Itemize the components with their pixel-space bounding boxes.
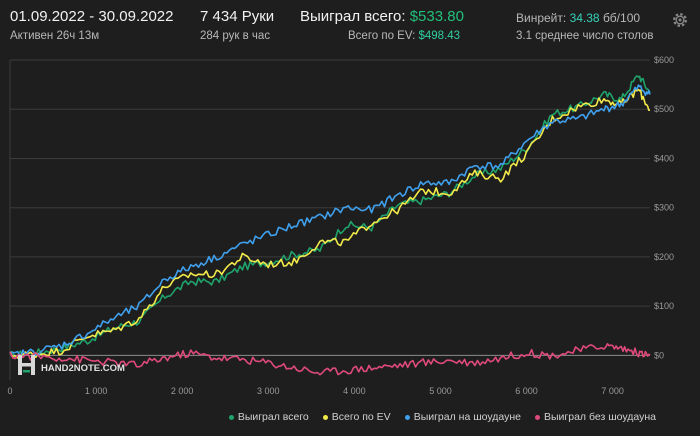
won-total: Выиграл всего: $533.80	[300, 8, 464, 25]
series-line-ev[interactable]	[9, 88, 651, 359]
legend-label-won: Выиграл всего	[237, 411, 309, 423]
winrate-value: 34.38	[569, 11, 600, 25]
y-tick-label: $0	[654, 350, 664, 360]
y-tick-label: $400	[654, 153, 674, 163]
avg-tables: 3.1 среднее число столов	[516, 30, 654, 42]
legend-dot-won	[228, 414, 234, 420]
hands-count: 7 434 Руки	[200, 8, 275, 25]
ev-label: Всего по EV:	[348, 30, 416, 42]
won-total-label: Выиграл всего:	[300, 8, 406, 25]
gear-icon[interactable]	[670, 10, 690, 30]
legend-label-ev: Всего по EV	[331, 411, 391, 423]
series-line-showdown[interactable]	[9, 84, 651, 359]
x-tick-label: 7 000	[601, 386, 624, 396]
x-tick-label: 6 000	[515, 386, 538, 396]
x-tick-label: 5 000	[429, 386, 452, 396]
legend-item-won[interactable]: Выиграл всего	[228, 411, 309, 423]
y-tick-label: $100	[654, 301, 674, 311]
legend-label-showdown: Выиграл на шоудауне	[413, 411, 521, 423]
profit-chart[interactable]: HAND2NOTE.COM 0 1 000 2 000 3 000 4 000 5 000…	[0, 50, 700, 408]
legend-label-non-showdown: Выиграл без шоудауна	[544, 411, 656, 423]
active-time: Активен 26ч 13м	[10, 30, 100, 42]
logo-text: HAND2NOTE.COM	[41, 363, 125, 374]
y-tick-label: $600	[654, 55, 674, 65]
ev-total: Всего по EV: $498.43	[348, 30, 460, 42]
y-tick-label: $300	[654, 203, 674, 213]
legend-item-non-showdown[interactable]: Выиграл без шоудауна	[535, 411, 656, 423]
winrate-unit: бб/100	[602, 11, 641, 25]
won-total-value: $533.80	[409, 8, 464, 25]
x-tick-label: 3 000	[257, 386, 280, 396]
winrate: Винрейт: 34.38 бб/100	[516, 11, 640, 25]
x-tick-label: 2 000	[171, 386, 194, 396]
legend-item-ev[interactable]: Всего по EV	[322, 411, 391, 423]
hands-per-hour: 284 рук в час	[200, 30, 271, 42]
legend-item-showdown[interactable]: Выиграл на шоудауне	[404, 411, 521, 423]
legend-dot-non-showdown	[535, 414, 540, 420]
chart-legend: Выиграл всего Всего по EV Выиграл на шоу…	[228, 411, 656, 423]
ev-value: $498.43	[418, 30, 461, 42]
date-range[interactable]: 01.09.2022 - 30.09.2022	[10, 8, 173, 25]
x-tick-label: 1 000	[85, 386, 108, 396]
legend-dot-showdown	[404, 414, 410, 420]
x-tick-label: 0	[7, 386, 12, 396]
hand2note-logo: HAND2NOTE.COM	[18, 355, 125, 375]
y-tick-label: $500	[654, 104, 674, 114]
winrate-label: Винрейт:	[516, 11, 567, 25]
y-tick-label: $200	[654, 252, 674, 262]
legend-dot-ev	[322, 414, 328, 420]
x-tick-label: 4 000	[343, 386, 366, 396]
